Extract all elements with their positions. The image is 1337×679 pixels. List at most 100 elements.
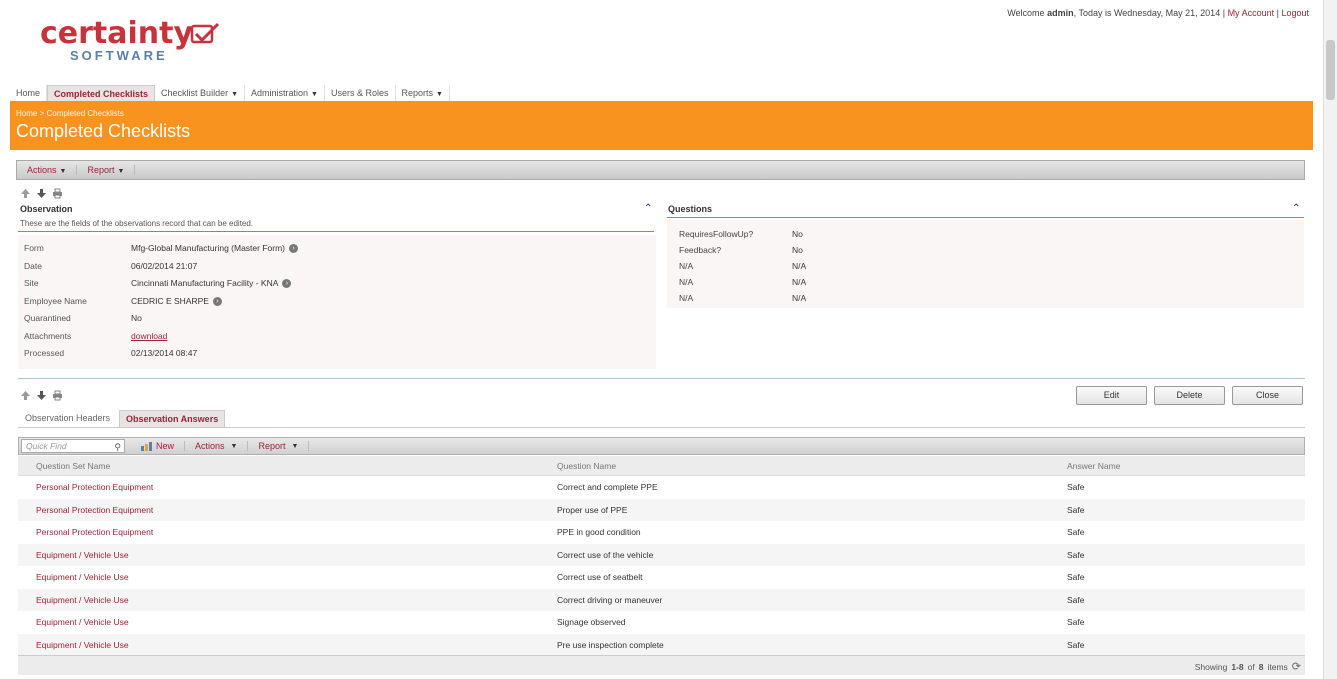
close-button[interactable]: Close xyxy=(1232,386,1303,405)
nav-checklist-builder-label: Checklist Builder xyxy=(161,88,229,98)
download-link[interactable]: download xyxy=(131,331,167,341)
nav-users-roles-label: Users & Roles xyxy=(330,88,389,98)
nav-administration[interactable]: Administration ▼ xyxy=(245,85,325,101)
question-name-cell: Correct and complete PPE xyxy=(557,482,658,493)
page-scrollbar[interactable] xyxy=(1323,0,1337,679)
field-attachments: Attachments download xyxy=(24,331,167,341)
table-row[interactable]: Personal Protection Equipment Correct and… xyxy=(18,476,1305,499)
question-set-cell: Personal Protection Equipment xyxy=(36,527,154,538)
search-icon[interactable]: ⚲ xyxy=(114,441,121,453)
grid-header: Question Set Name Question Name Answer N… xyxy=(18,456,1305,476)
caret-down-icon: ▼ xyxy=(291,442,299,450)
field-label: Processed xyxy=(24,348,65,358)
breadcrumb-home[interactable]: Home xyxy=(16,109,37,118)
grid-footer: Showing 1-8 of 8 items ⟳ xyxy=(18,655,1305,675)
quick-find-input[interactable]: Quick Find ⚲ xyxy=(21,439,125,453)
caret-down-icon: ▼ xyxy=(436,91,443,98)
paging-suffix: items xyxy=(1267,661,1288,672)
field-label: Date xyxy=(24,261,42,271)
field-label: Quarantined xyxy=(24,313,71,323)
actions-label: Actions xyxy=(27,165,57,175)
question-name-cell: Correct use of seatbelt xyxy=(557,572,643,583)
tab-observation-headers[interactable]: Observation Headers xyxy=(19,410,116,427)
welcome-prefix: Welcome xyxy=(1007,8,1045,18)
question-row: RequiresFollowUp? No xyxy=(679,229,803,239)
question-name-cell: Proper use of PPE xyxy=(557,504,628,515)
table-row[interactable]: Personal Protection Equipment Proper use … xyxy=(18,498,1305,521)
new-record-icon xyxy=(141,441,152,451)
report-menu-button[interactable]: Report ▼ xyxy=(77,165,136,175)
logout-link[interactable]: Logout xyxy=(1281,8,1309,18)
question-set-cell: Equipment / Vehicle Use xyxy=(36,617,129,628)
print-icon[interactable] xyxy=(52,390,63,401)
paging-of: of xyxy=(1247,661,1255,672)
answers-nav-icons xyxy=(20,390,63,401)
answer-name-cell: Safe xyxy=(1067,527,1085,538)
certainty-logo[interactable]: certainty SOFTWARE xyxy=(40,18,220,63)
new-button[interactable]: New xyxy=(131,441,186,451)
nav-completed-checklists[interactable]: Completed Checklists xyxy=(47,85,156,101)
page-toolbar: Actions ▼ Report ▼ xyxy=(16,160,1305,180)
nav-checklist-builder[interactable]: Checklist Builder ▼ xyxy=(155,85,246,101)
go-arrow-icon[interactable]: › xyxy=(282,278,292,288)
welcome-date: , Today is Wednesday, May 21, 2014 | xyxy=(1073,8,1226,18)
grid-actions-button[interactable]: Actions ▼ xyxy=(185,441,249,451)
table-row[interactable]: Equipment / Vehicle Use Pre use inspectio… xyxy=(18,633,1305,656)
nav-completed-checklists-label: Completed Checklists xyxy=(54,89,149,99)
print-icon[interactable] xyxy=(52,188,63,199)
column-header[interactable]: Question Name xyxy=(539,461,1049,471)
question-name-cell: Correct driving or maneuver xyxy=(557,594,663,605)
main-nav: Home Completed Checklists Checklist Buil… xyxy=(10,85,450,101)
observation-fields: Form Mfg-Global Manufacturing (Master Fo… xyxy=(18,235,656,369)
question-name-cell: PPE in good condition xyxy=(557,527,641,538)
refresh-icon[interactable]: ⟳ xyxy=(1292,660,1301,673)
field-value: CEDRIC E SHARPE › xyxy=(131,296,222,306)
tab-observation-answers[interactable]: Observation Answers xyxy=(119,410,226,427)
welcome-user: admin xyxy=(1047,8,1074,18)
collapse-questions-icon[interactable]: ⌃ xyxy=(1292,203,1300,214)
scrollbar-thumb[interactable] xyxy=(1326,40,1335,100)
caret-down-icon: ▼ xyxy=(231,91,239,98)
field-value: Mfg-Global Manufacturing (Master Form) › xyxy=(131,243,298,253)
arrow-down-icon[interactable] xyxy=(36,390,47,401)
answer-name-cell: Safe xyxy=(1067,617,1085,628)
edit-button[interactable]: Edit xyxy=(1076,386,1147,405)
collapse-observation-icon[interactable]: ⌃ xyxy=(644,203,652,214)
go-arrow-icon[interactable]: › xyxy=(212,296,222,306)
question-value: No xyxy=(792,229,803,239)
questions-title: Questions xyxy=(668,204,713,214)
question-label: RequiresFollowUp? xyxy=(679,229,754,239)
caret-down-icon: ▼ xyxy=(59,168,67,175)
caret-down-icon: ▼ xyxy=(230,442,238,450)
arrow-down-icon[interactable] xyxy=(36,188,47,199)
table-row[interactable]: Equipment / Vehicle Use Signage observed S… xyxy=(18,611,1305,634)
new-label: New xyxy=(156,441,175,451)
column-header[interactable]: Question Set Name xyxy=(18,461,539,471)
table-row[interactable]: Equipment / Vehicle Use Correct driving o… xyxy=(18,588,1305,611)
nav-reports[interactable]: Reports ▼ xyxy=(395,85,450,101)
arrow-up-icon[interactable] xyxy=(20,188,31,199)
delete-button[interactable]: Delete xyxy=(1154,386,1225,405)
grid-body: Personal Protection Equipment Correct and… xyxy=(18,476,1305,656)
column-header[interactable]: Answer Name xyxy=(1049,461,1120,471)
question-name-cell: Correct use of the vehicle xyxy=(557,549,654,560)
nav-users-roles[interactable]: Users & Roles xyxy=(324,85,396,101)
actions-menu-button[interactable]: Actions ▼ xyxy=(17,165,78,175)
my-account-link[interactable]: My Account xyxy=(1228,8,1275,18)
nav-home[interactable]: Home xyxy=(10,85,48,101)
grid-report-button[interactable]: Report ▼ xyxy=(248,441,310,451)
question-row: N/A N/A xyxy=(679,293,806,303)
welcome-bar: Welcome admin, Today is Wednesday, May 2… xyxy=(1007,8,1309,18)
table-row[interactable]: Equipment / Vehicle Use Correct use of se… xyxy=(18,566,1305,589)
table-row[interactable]: Personal Protection Equipment PPE in good… xyxy=(18,521,1305,544)
go-arrow-icon[interactable]: › xyxy=(289,243,298,253)
table-row[interactable]: Equipment / Vehicle Use Correct use of th… xyxy=(18,543,1305,566)
observation-divider xyxy=(18,231,654,232)
date-value: 06/02/2014 21:07 xyxy=(131,261,198,271)
arrow-up-icon[interactable] xyxy=(20,390,31,401)
answer-name-cell: Safe xyxy=(1067,482,1085,493)
questions-divider xyxy=(667,217,1304,218)
caret-down-icon: ▼ xyxy=(117,168,125,175)
nav-administration-label: Administration xyxy=(251,88,309,98)
report-label: Report xyxy=(87,165,115,175)
